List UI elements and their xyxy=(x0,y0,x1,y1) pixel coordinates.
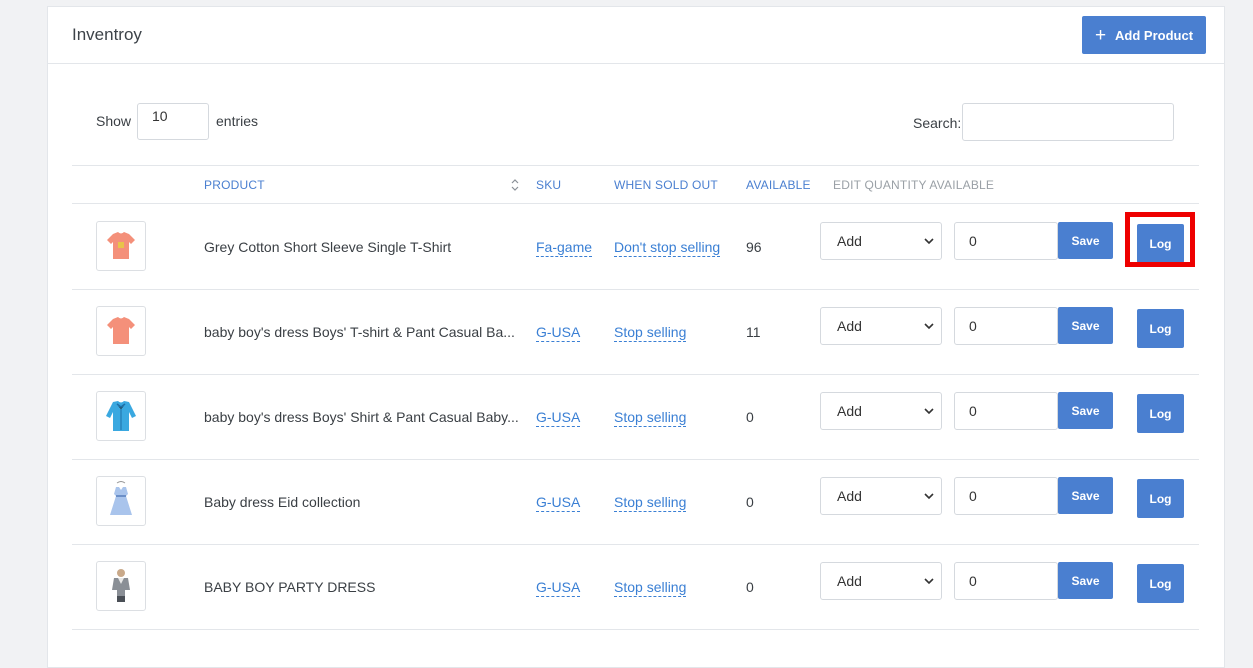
shirt-icon xyxy=(106,401,136,431)
tshirt-icon xyxy=(107,317,135,344)
quantity-action-value: Add xyxy=(837,318,862,334)
log-button[interactable]: Log xyxy=(1137,479,1184,518)
product-thumbnail xyxy=(96,306,146,356)
available-quantity: 11 xyxy=(746,324,761,340)
column-header-product[interactable]: PRODUCT xyxy=(204,178,265,192)
available-quantity: 0 xyxy=(746,494,754,510)
quantity-action-select[interactable]: Add xyxy=(820,562,942,600)
add-product-label: Add Product xyxy=(1115,27,1194,43)
quantity-action-select[interactable]: Add xyxy=(820,392,942,430)
when-sold-out-link[interactable]: Stop selling xyxy=(614,579,687,597)
show-label: Show xyxy=(96,113,132,129)
when-sold-out-link[interactable]: Stop selling xyxy=(614,324,687,342)
column-header-edit-quantity: EDIT QUANTITY AVAILABLE xyxy=(833,178,995,192)
suit-icon xyxy=(112,569,130,602)
sort-icon[interactable] xyxy=(510,178,520,192)
tshirt-icon xyxy=(107,232,135,259)
chevron-down-icon xyxy=(924,238,934,245)
inventory-card: Inventroy + Add Product Show 10 entries … xyxy=(47,6,1225,668)
search-input[interactable] xyxy=(962,103,1174,141)
search-label: Search: xyxy=(913,115,962,131)
save-button[interactable]: Save xyxy=(1058,307,1113,344)
sku-link[interactable]: G-USA xyxy=(536,494,581,512)
card-header: Inventroy + Add Product xyxy=(48,7,1224,64)
save-button[interactable]: Save xyxy=(1058,392,1113,429)
log-button[interactable]: Log xyxy=(1137,309,1184,348)
plus-icon: + xyxy=(1094,24,1107,46)
log-button[interactable]: Log xyxy=(1137,224,1184,263)
when-sold-out-link[interactable]: Stop selling xyxy=(614,409,687,427)
page-title: Inventroy xyxy=(72,25,142,44)
quantity-input[interactable]: 0 xyxy=(954,477,1058,515)
available-quantity: 96 xyxy=(746,239,762,255)
add-product-button[interactable]: + Add Product xyxy=(1082,16,1206,54)
quantity-input[interactable]: 0 xyxy=(954,307,1058,345)
sku-link[interactable]: G-USA xyxy=(536,409,581,427)
save-button[interactable]: Save xyxy=(1058,222,1113,259)
quantity-input[interactable]: 0 xyxy=(954,392,1058,430)
column-header-when-sold-out[interactable]: WHEN SOLD OUT xyxy=(614,178,718,192)
divider xyxy=(72,629,1199,630)
product-thumbnail xyxy=(96,476,146,526)
product-thumbnail xyxy=(96,391,146,441)
product-thumbnail xyxy=(96,221,146,271)
product-name: baby boy's dress Boys' Shirt & Pant Casu… xyxy=(204,409,519,425)
available-quantity: 0 xyxy=(746,579,754,595)
sku-link[interactable]: G-USA xyxy=(536,579,581,597)
dress-icon xyxy=(110,481,132,515)
quantity-action-select[interactable]: Add xyxy=(820,477,942,515)
when-sold-out-link[interactable]: Don't stop selling xyxy=(614,239,721,257)
divider xyxy=(72,165,1199,166)
table-row: Baby dress Eid collection G-USA Stop sel… xyxy=(48,459,1224,544)
log-button[interactable]: Log xyxy=(1137,394,1184,433)
table-row: baby boy's dress Boys' Shirt & Pant Casu… xyxy=(48,374,1224,459)
chevron-down-icon xyxy=(924,323,934,330)
product-name: BABY BOY PARTY DRESS xyxy=(204,579,376,595)
product-name: Grey Cotton Short Sleeve Single T-Shirt xyxy=(204,239,452,255)
table-row: BABY BOY PARTY DRESS G-USA Stop selling … xyxy=(48,544,1224,629)
quantity-action-value: Add xyxy=(837,403,862,419)
quantity-action-value: Add xyxy=(837,488,862,504)
quantity-action-value: Add xyxy=(837,573,862,589)
entries-per-page-input[interactable]: 10 xyxy=(137,103,209,140)
product-thumbnail xyxy=(96,561,146,611)
sku-link[interactable]: Fa-game xyxy=(536,239,593,257)
sku-link[interactable]: G-USA xyxy=(536,324,581,342)
quantity-action-value: Add xyxy=(837,233,862,249)
column-header-available[interactable]: AVAILABLE xyxy=(746,178,811,192)
quantity-action-select[interactable]: Add xyxy=(820,307,942,345)
save-button[interactable]: Save xyxy=(1058,562,1113,599)
chevron-down-icon xyxy=(924,493,934,500)
chevron-down-icon xyxy=(924,408,934,415)
log-button[interactable]: Log xyxy=(1137,564,1184,603)
column-header-sku[interactable]: SKU xyxy=(536,178,561,192)
quantity-input[interactable]: 0 xyxy=(954,562,1058,600)
when-sold-out-link[interactable]: Stop selling xyxy=(614,494,687,512)
entries-label: entries xyxy=(216,113,259,129)
product-name: baby boy's dress Boys' T-shirt & Pant Ca… xyxy=(204,324,515,340)
chevron-down-icon xyxy=(924,578,934,585)
quantity-input[interactable]: 0 xyxy=(954,222,1058,260)
save-button[interactable]: Save xyxy=(1058,477,1113,514)
table-row: Grey Cotton Short Sleeve Single T-Shirt … xyxy=(48,204,1224,289)
quantity-action-select[interactable]: Add xyxy=(820,222,942,260)
available-quantity: 0 xyxy=(746,409,754,425)
table-row: baby boy's dress Boys' T-shirt & Pant Ca… xyxy=(48,289,1224,374)
product-name: Baby dress Eid collection xyxy=(204,494,361,510)
